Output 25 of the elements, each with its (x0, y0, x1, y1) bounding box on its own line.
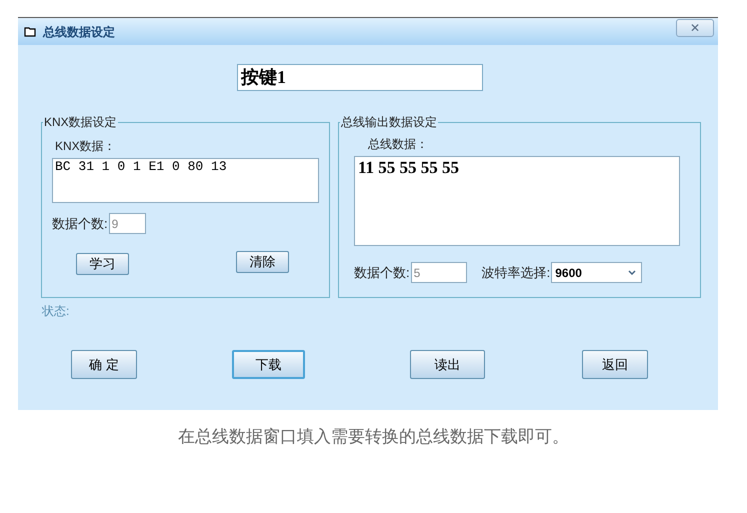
window-title: 总线数据设定 (43, 24, 115, 40)
action-button[interactable]: 清除 (236, 251, 289, 273)
knx-data-field[interactable]: BC 31 1 0 1 E1 0 80 13 (52, 158, 319, 203)
close-button[interactable]: ✕ (676, 18, 714, 36)
field-label: KNX数据： (55, 138, 117, 155)
chevron-down-icon (628, 270, 636, 275)
field-label: 数据个数: (52, 214, 108, 233)
action-button[interactable]: 读出 (410, 350, 485, 379)
field-label: 数据个数: (354, 264, 410, 282)
action-button[interactable]: 返回 (582, 350, 648, 379)
window-icon (24, 26, 36, 37)
field-label: 总线数据： (368, 136, 429, 153)
count-field[interactable]: 9 (108, 213, 146, 234)
action-button[interactable]: 下载 (232, 350, 305, 379)
dropdown-value: 9600 (555, 264, 582, 282)
field-label: 波特率选择: (482, 264, 550, 282)
caption-text: 在总线数据窗口填入需要转换的总线数据下载即可。 (177, 426, 570, 448)
action-button[interactable]: 确 定 (71, 350, 137, 379)
group-title: 总线输出数据设定 (340, 114, 438, 131)
bus-data-field[interactable]: 11 55 55 55 55 (354, 156, 680, 246)
action-button[interactable]: 学习 (76, 253, 129, 275)
group-title: KNX数据设定 (43, 114, 118, 131)
count-field[interactable]: 5 (410, 262, 467, 283)
status-label: 状态: (42, 303, 70, 320)
baud-rate-dropdown[interactable]: 9600 (551, 262, 642, 283)
